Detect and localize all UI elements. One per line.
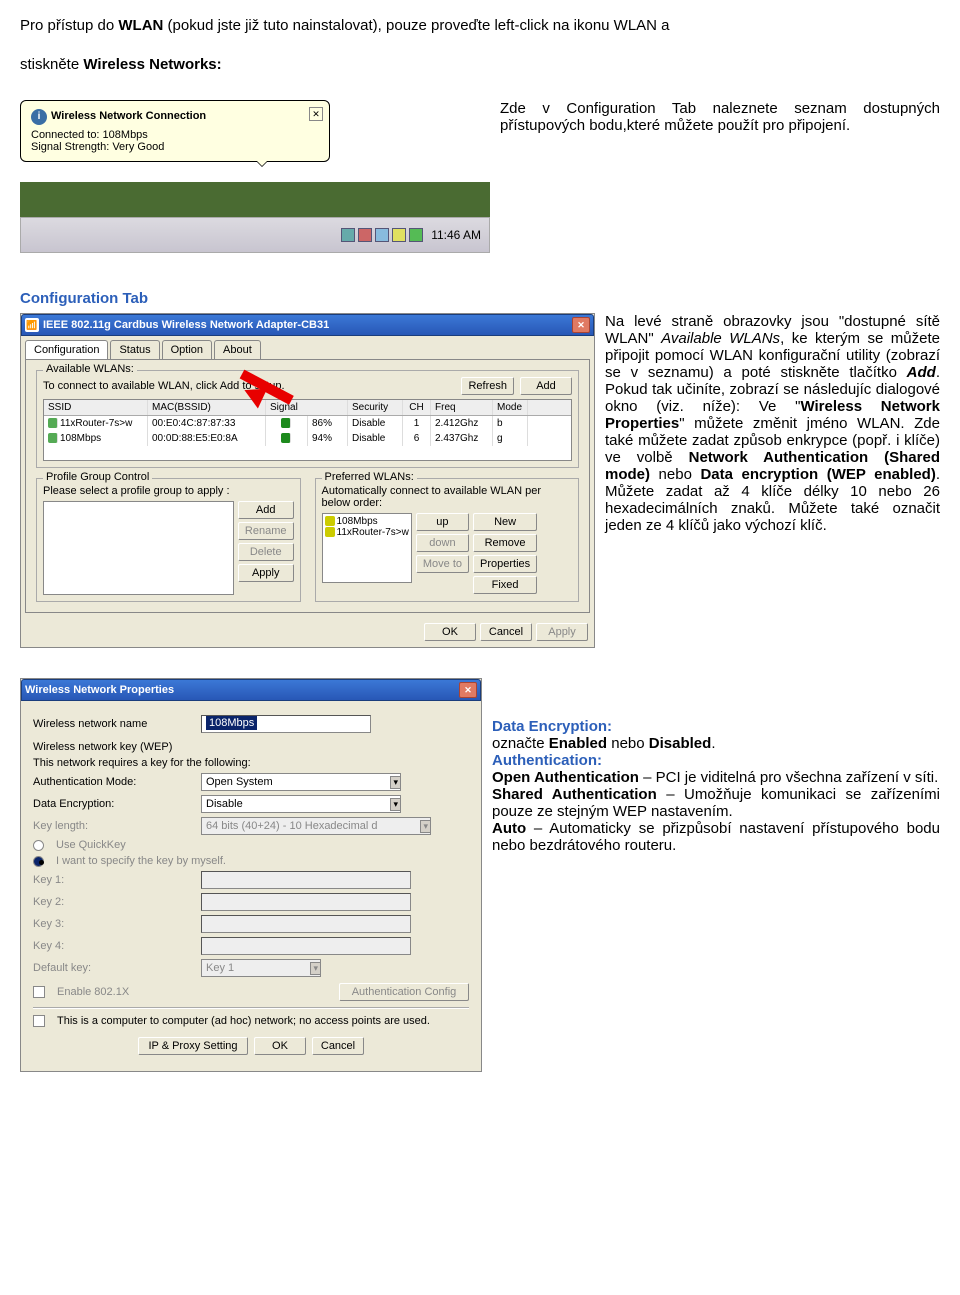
taskbar-clock: 11:46 AM [431, 228, 481, 242]
key3-input [201, 915, 411, 933]
config-tab-description: Na levé straně obrazovky jsou "dostupné … [605, 313, 940, 534]
field-label: Data Encryption: [33, 798, 193, 810]
hint-text: Automatically connect to available WLAN … [322, 485, 573, 509]
col-header[interactable]: Freq [431, 400, 493, 415]
field-label: Key 4: [33, 940, 193, 952]
list-item[interactable]: 11xRouter-7s>w [325, 527, 409, 538]
rename-button[interactable]: Rename [238, 522, 294, 540]
apply-button[interactable]: Apply [238, 564, 294, 582]
refresh-button[interactable]: Refresh [461, 377, 514, 395]
network-name-input[interactable]: 108Mbps [201, 715, 371, 733]
intro-p1: Pro přístup do WLAN (pokud jste již tuto… [20, 15, 940, 38]
available-wlans-label: Available WLANs: [43, 363, 137, 375]
tab-option[interactable]: Option [162, 340, 212, 359]
cancel-button[interactable]: Cancel [312, 1037, 364, 1055]
config-utility-screenshot: 📶 IEEE 802.11g Cardbus Wireless Network … [20, 313, 595, 648]
ok-button[interactable]: OK [254, 1037, 306, 1055]
tray-icon[interactable] [341, 228, 355, 242]
auth-config-button: Authentication Config [339, 983, 469, 1001]
key1-input [201, 871, 411, 889]
up-button[interactable]: up [416, 513, 469, 531]
ok-button[interactable]: OK [424, 623, 476, 641]
list-item[interactable]: 108Mbps [325, 516, 409, 527]
tab-status[interactable]: Status [110, 340, 159, 359]
enable-8021x-checkbox [33, 986, 45, 998]
fixed-button[interactable]: Fixed [473, 576, 537, 594]
properties-window: Wireless Network Properties ✕ Wireless n… [20, 678, 482, 1072]
cancel-button[interactable]: Cancel [480, 623, 532, 641]
default-key-select: Key 1 [201, 959, 321, 977]
table-row[interactable]: 108Mbps00:0D:88:E5:E0:8A94%Disable62.437… [44, 431, 571, 446]
hint-text: Please select a profile group to apply : [43, 485, 294, 497]
app-icon: 📶 [25, 318, 39, 332]
tab-configuration[interactable]: Configuration [25, 340, 108, 359]
properties-description: Data Encryption: označte Enabled nebo Di… [492, 678, 940, 854]
field-label: Default key: [33, 962, 193, 974]
field-label: Key length: [33, 820, 193, 832]
table-row[interactable]: 11xRouter-7s>w00:E0:4C:87:87:3386%Disabl… [44, 416, 571, 431]
tabs: ConfigurationStatusOptionAbout [21, 336, 594, 359]
tray-icon[interactable] [375, 228, 389, 242]
radio-quickkey [33, 840, 44, 851]
down-button[interactable]: down [416, 534, 469, 552]
desktop-screenshot: ✕ iWireless Network Connection Connected… [20, 100, 490, 260]
col-header[interactable]: Mode [493, 400, 528, 415]
add-button[interactable]: Add [238, 501, 294, 519]
tray-icon[interactable] [392, 228, 406, 242]
data-encryption-select[interactable]: Disable [201, 795, 401, 813]
wlan-list[interactable]: SSIDMAC(BSSID)SignalSecurityCHFreqMode 1… [43, 399, 572, 461]
close-icon[interactable]: ✕ [309, 107, 323, 121]
group-label: Wireless network key (WEP) [33, 741, 172, 753]
auth-mode-select[interactable]: Open System [201, 773, 401, 791]
info-icon: i [31, 109, 47, 125]
ip-proxy-button[interactable]: IP & Proxy Setting [138, 1037, 248, 1055]
field-label: Key 2: [33, 896, 193, 908]
add-button[interactable]: Add [520, 377, 572, 395]
tab-about[interactable]: About [214, 340, 261, 359]
col-header[interactable]: Security [348, 400, 403, 415]
new-button[interactable]: New [473, 513, 537, 531]
col-header[interactable]: CH [403, 400, 431, 415]
window-titlebar: 📶 IEEE 802.11g Cardbus Wireless Network … [21, 314, 594, 336]
field-label: Authentication Mode: [33, 776, 193, 788]
field-label: Key 1: [33, 874, 193, 886]
key-length-select: 64 bits (40+24) - 10 Hexadecimal d [201, 817, 431, 835]
adhoc-checkbox[interactable] [33, 1015, 45, 1027]
profile-group-list[interactable] [43, 501, 234, 595]
properties-button[interactable]: Properties [473, 555, 537, 573]
hint-text: This network requires a key for the foll… [33, 757, 251, 769]
balloon-tooltip: ✕ iWireless Network Connection Connected… [20, 100, 330, 162]
move-to-button[interactable]: Move to [416, 555, 469, 573]
delete-button[interactable]: Delete [238, 543, 294, 561]
intro-p2: stiskněte Wireless Networks: [20, 54, 940, 77]
window-titlebar: Wireless Network Properties ✕ [21, 679, 481, 701]
close-icon[interactable]: ✕ [572, 317, 590, 333]
radio-manual [33, 856, 44, 867]
key2-input [201, 893, 411, 911]
intro-p3: Zde v Configuration Tab naleznete seznam… [500, 100, 940, 134]
taskbar: 11:46 AM [20, 217, 490, 253]
remove-button[interactable]: Remove [473, 534, 537, 552]
wlan-tray-icon[interactable] [409, 228, 423, 242]
section-heading: Configuration Tab [20, 290, 940, 307]
profile-group-label: Profile Group Control [43, 471, 152, 483]
col-header[interactable]: Signal [266, 400, 348, 415]
apply-button[interactable]: Apply [536, 623, 588, 641]
key4-input [201, 937, 411, 955]
preferred-list[interactable]: 108Mbps11xRouter-7s>w [322, 513, 412, 583]
preferred-wlans-label: Preferred WLANs: [322, 471, 417, 483]
field-label: Wireless network name [33, 718, 193, 730]
col-header[interactable]: SSID [44, 400, 148, 415]
tray-icon[interactable] [358, 228, 372, 242]
close-icon[interactable]: ✕ [459, 682, 477, 698]
tray-icons [341, 228, 423, 242]
field-label: Key 3: [33, 918, 193, 930]
